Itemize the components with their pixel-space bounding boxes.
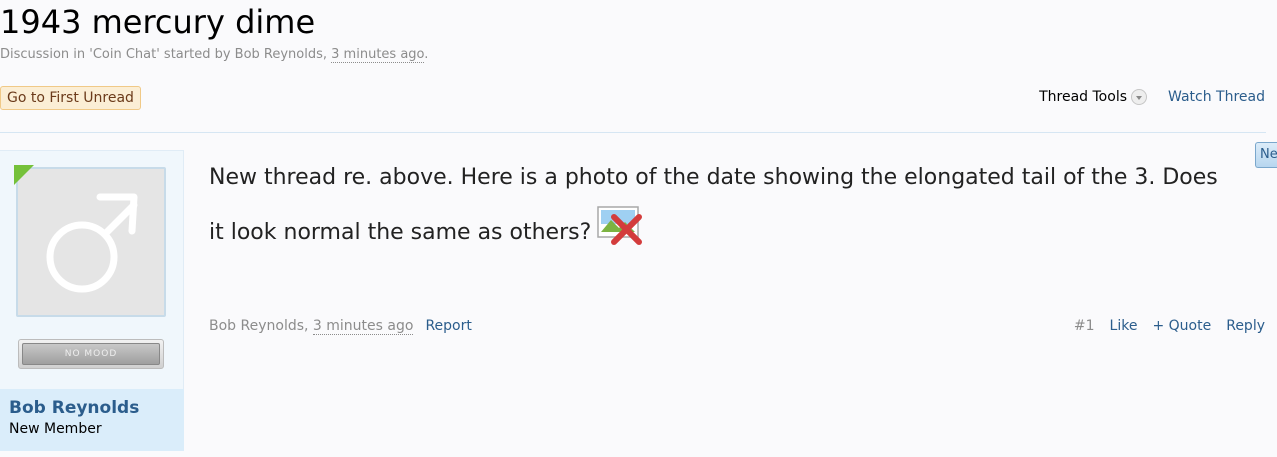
user-extra-info: Bob Reynolds New Member: [0, 389, 184, 451]
new-indicator-tag: Ne: [1255, 142, 1277, 168]
online-status-badge: [14, 165, 34, 185]
avatar[interactable]: [16, 167, 166, 317]
thread-start-time: 3 minutes ago: [331, 47, 425, 63]
username-link[interactable]: Bob Reynolds: [9, 397, 175, 419]
thread-tools-menu[interactable]: Thread Tools: [1039, 89, 1147, 105]
male-symbol-icon: [46, 193, 138, 293]
post-time[interactable]: 3 minutes ago: [312, 318, 414, 335]
thread-description-end: .: [424, 47, 429, 62]
header-divider: [0, 132, 1266, 133]
post-author[interactable]: Bob Reynolds: [209, 318, 304, 334]
watch-thread-link[interactable]: Watch Thread: [1168, 89, 1265, 105]
thread-title: 1943 mercury dime: [0, 3, 316, 41]
mood-button[interactable]: NO MOOD: [18, 339, 164, 369]
broken-image-icon[interactable]: [597, 205, 643, 266]
go-to-first-unread-button[interactable]: Go to First Unread: [0, 86, 141, 110]
post-actions: #1 Like + Quote Reply: [1074, 318, 1265, 334]
post-separator: ,: [304, 318, 313, 334]
message-user-info: NO MOOD Bob Reynolds New Member: [0, 150, 184, 451]
thread-description-text: Discussion in 'Coin Chat' started by Bob…: [0, 47, 332, 62]
user-title: New Member: [9, 421, 102, 437]
chevron-down-icon: [1131, 89, 1147, 105]
message-content: New thread re. above. Here is a photo of…: [209, 150, 1239, 266]
report-link[interactable]: Report: [425, 318, 471, 334]
reply-link[interactable]: Reply: [1226, 318, 1265, 334]
thread-description: Discussion in 'Coin Chat' started by Bob…: [0, 47, 429, 63]
mood-label: NO MOOD: [22, 343, 160, 365]
thread-tools-label: Thread Tools: [1039, 89, 1127, 105]
like-link[interactable]: Like: [1110, 318, 1138, 334]
post-meta: Bob Reynolds, 3 minutes ago Report: [209, 318, 472, 335]
quote-link[interactable]: + Quote: [1152, 318, 1211, 334]
message-text: New thread re. above. Here is a photo of…: [209, 165, 1218, 245]
post-number[interactable]: #1: [1074, 318, 1095, 334]
